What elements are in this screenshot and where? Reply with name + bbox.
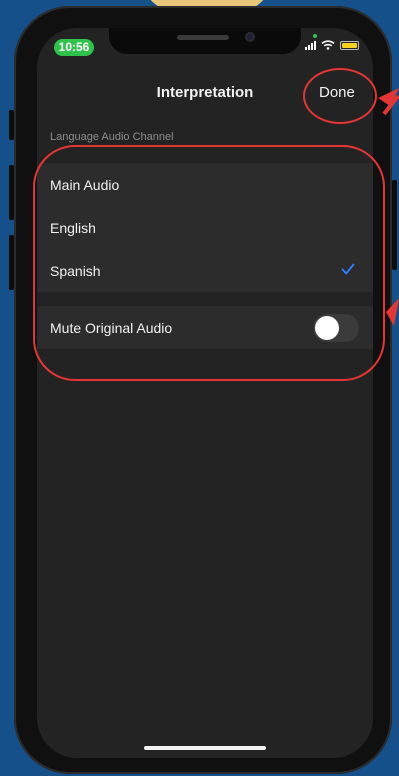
checkmark-icon [341,263,355,275]
audio-channel-list: Main Audio English Spanish [37,163,373,292]
channel-label: Spanish [50,262,101,279]
volume-up-button [9,165,14,220]
battery-icon [340,40,359,50]
home-indicator [144,746,266,750]
channel-option-english[interactable]: English [37,206,373,249]
status-icons [305,40,359,50]
status-time: 10:56 [54,39,94,56]
toggle-knob [315,316,339,340]
mute-original-audio-row: Mute Original Audio [37,306,373,349]
annotation-arrow-top [378,88,399,116]
phone-screen: 10:56 Interpretation Done Language Audio… [37,28,373,758]
annotation-arrow-bottom [386,298,399,326]
power-button [392,180,397,270]
done-button[interactable]: Done [319,84,355,101]
section-header: Language Audio Channel [50,131,174,143]
wifi-icon [321,40,335,50]
mute-group: Mute Original Audio [37,306,373,349]
speaker-grill [177,35,229,40]
mute-original-audio-toggle[interactable] [313,314,359,342]
stage: 10:56 Interpretation Done Language Audio… [0,0,399,776]
channel-label: Main Audio [50,176,120,193]
channel-label: English [50,219,96,236]
notch [109,28,301,54]
mute-label: Mute Original Audio [50,319,173,336]
volume-down-button [9,235,14,290]
mute-switch [9,110,14,140]
channel-option-main-audio[interactable]: Main Audio [37,163,373,206]
channel-option-spanish[interactable]: Spanish [37,249,373,292]
front-camera [245,32,255,42]
privacy-indicator [313,34,317,38]
cellular-signal-icon [305,40,316,50]
